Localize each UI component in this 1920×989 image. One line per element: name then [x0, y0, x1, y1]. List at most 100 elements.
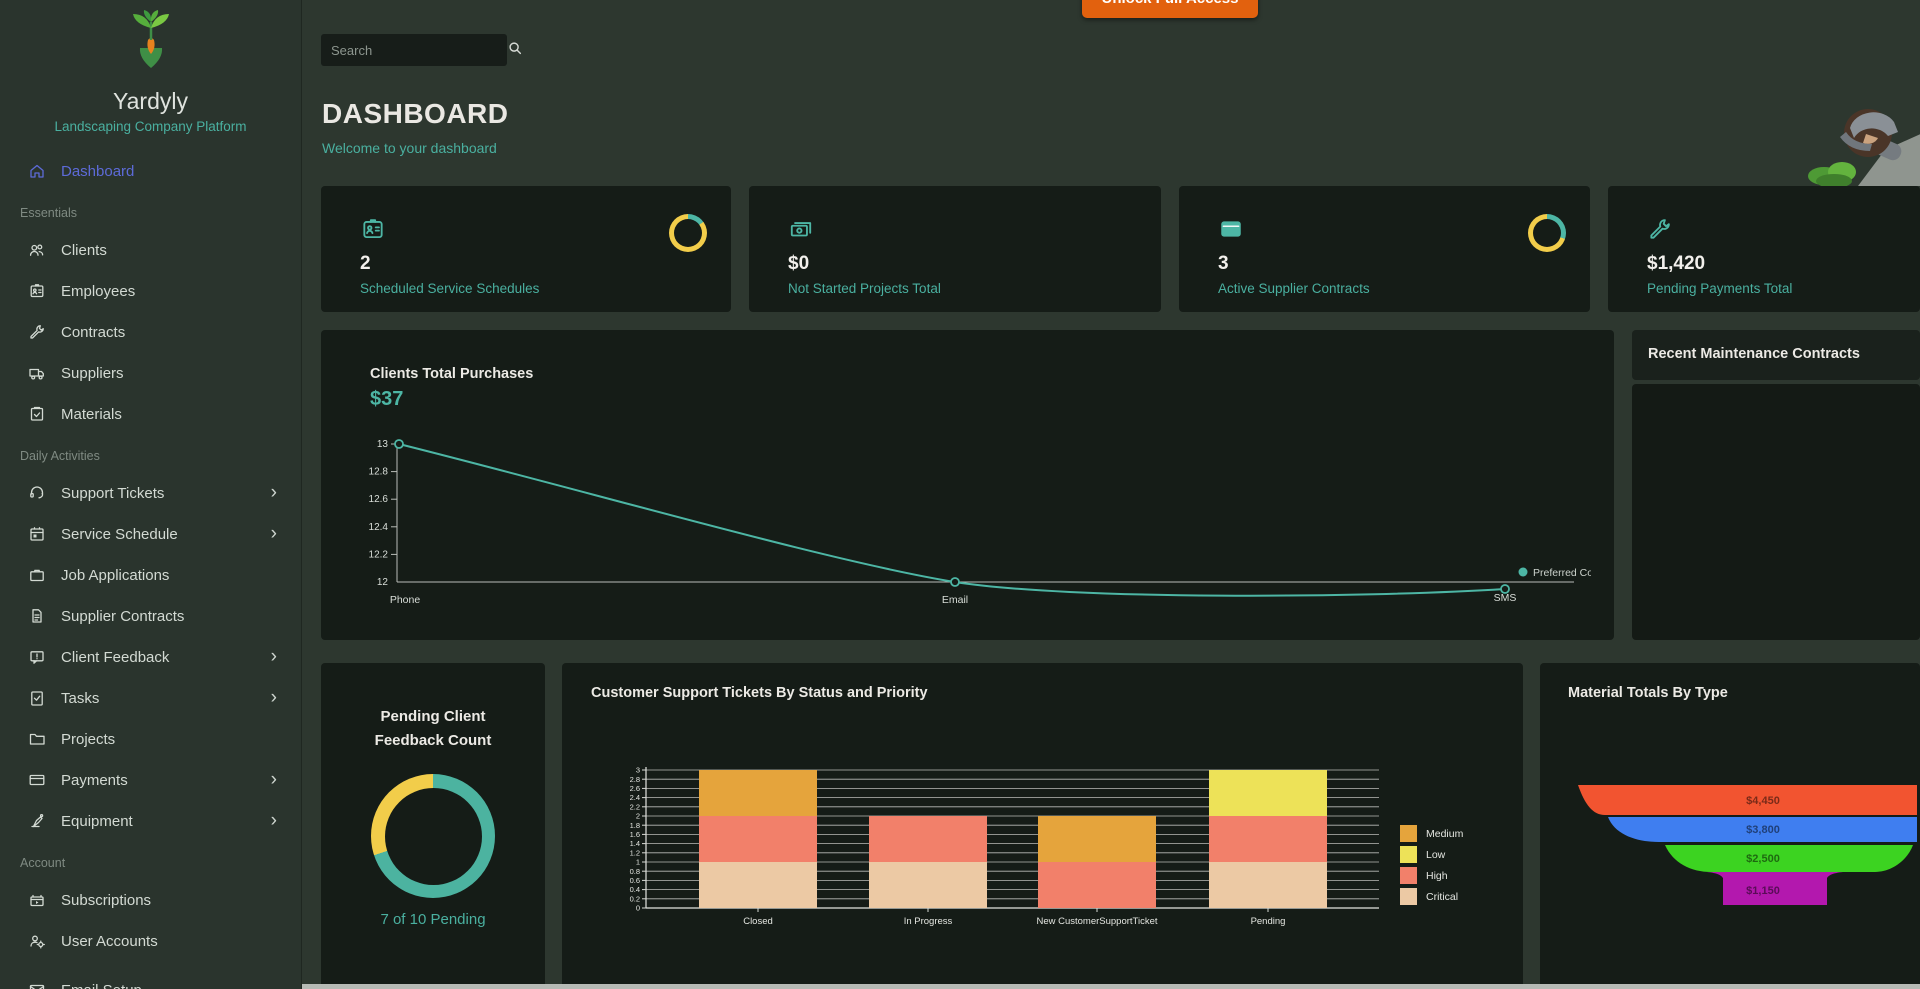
- unlock-full-access-button[interactable]: Unlock Full Access: [1082, 0, 1258, 18]
- landscaper-mascot-illustration: [1790, 88, 1920, 188]
- sidebar-item-service-schedule[interactable]: Service Schedule ›: [0, 521, 301, 547]
- svg-text:12: 12: [377, 577, 389, 588]
- stat-cards-row: 2 Scheduled Service Schedules $0 Not Sta…: [321, 186, 1920, 312]
- chat-alert-icon: [28, 648, 46, 666]
- app-name: Yardyly: [0, 88, 301, 115]
- section-account: Account: [20, 856, 301, 872]
- sidebar-item-suppliers[interactable]: Suppliers: [0, 360, 301, 386]
- document-icon: [28, 607, 46, 625]
- sidebar-item-client-feedback[interactable]: Client Feedback ›: [0, 644, 301, 670]
- svg-text:0.4: 0.4: [630, 885, 640, 894]
- svg-text:Email: Email: [942, 594, 968, 606]
- sidebar: Yardyly Landscaping Company Platform Das…: [0, 0, 302, 989]
- svg-text:$1,150: $1,150: [1746, 885, 1780, 897]
- stat-label: Scheduled Service Schedules: [360, 281, 731, 296]
- chevron-right-icon: ›: [271, 772, 277, 788]
- legend-item: Low: [1400, 844, 1463, 865]
- svg-text:$4,450: $4,450: [1746, 795, 1780, 807]
- svg-text:2.2: 2.2: [630, 802, 640, 811]
- id-badge-icon: [360, 229, 386, 246]
- chart-title: Pending Client Feedback Count: [321, 705, 545, 753]
- svg-text:0.8: 0.8: [630, 867, 640, 876]
- sidebar-item-employees[interactable]: Employees: [0, 278, 301, 304]
- sidebar-item-tasks[interactable]: Tasks ›: [0, 685, 301, 711]
- sidebar-item-supplier-contracts[interactable]: Supplier Contracts: [0, 603, 301, 629]
- page-subtitle: Welcome to your dashboard: [322, 140, 497, 156]
- search-input[interactable]: [331, 43, 507, 58]
- search-icon[interactable]: [507, 40, 523, 61]
- wallet-icon: [1218, 229, 1244, 246]
- sidebar-item-dashboard[interactable]: Dashboard: [0, 158, 301, 184]
- sidebar-item-payments[interactable]: Payments ›: [0, 767, 301, 793]
- clipboard-check-icon: [28, 405, 46, 423]
- sidebar-item-email-setup[interactable]: Email Setup: [0, 977, 301, 989]
- home-icon: [28, 162, 46, 180]
- line-chart: 13 12.8 12.6 12.4 12.2 12 Phone Email SM…: [331, 430, 1591, 630]
- sidebar-item-job-applications[interactable]: Job Applications: [0, 562, 301, 588]
- svg-text:0: 0: [636, 904, 640, 913]
- stat-card-not-started-projects: $0 Not Started Projects Total: [749, 186, 1161, 312]
- stat-value: $0: [788, 253, 1161, 275]
- svg-text:1.8: 1.8: [630, 821, 640, 830]
- donut-chart: [371, 774, 495, 898]
- progress-ring: [669, 214, 707, 252]
- sidebar-item-subscriptions[interactable]: Subscriptions: [0, 887, 301, 913]
- svg-text:2.8: 2.8: [630, 775, 640, 784]
- svg-text:12.8: 12.8: [369, 467, 389, 478]
- svg-text:1.2: 1.2: [630, 848, 640, 857]
- svg-text:Phone: Phone: [390, 594, 421, 606]
- stat-value: 2: [360, 253, 731, 275]
- search-box: [321, 34, 507, 66]
- user-gear-icon: [28, 932, 46, 950]
- calendar-icon: [28, 525, 46, 543]
- stat-label: Pending Payments Total: [1647, 281, 1920, 296]
- stat-value: $1,420: [1647, 253, 1920, 275]
- tools-icon: [28, 812, 46, 830]
- svg-text:1.4: 1.4: [630, 839, 640, 848]
- legend-item: Medium: [1400, 823, 1463, 844]
- sidebar-item-user-accounts[interactable]: User Accounts: [0, 928, 301, 954]
- legend-item: Critical: [1400, 886, 1463, 907]
- sidebar-item-materials[interactable]: Materials: [0, 401, 301, 427]
- panel-body-empty: [1632, 384, 1920, 640]
- chart-title: Material Totals By Type: [1568, 685, 1728, 701]
- pending-client-feedback-panel: Pending Client Feedback Count 7 of 10 Pe…: [321, 663, 545, 989]
- legend-dot: [1519, 568, 1528, 577]
- briefcase-icon: [28, 566, 46, 584]
- stacked-bar-chart: 00.20.40.60.811.21.41.61.822.22.42.62.83…: [562, 663, 1523, 989]
- banknotes-icon: [788, 229, 814, 246]
- panel-title: Recent Maintenance Contracts: [1648, 346, 1860, 362]
- app-logo-icon: [112, 10, 190, 76]
- progress-ring: [1528, 214, 1566, 252]
- svg-text:Closed: Closed: [743, 916, 773, 927]
- svg-text:12.2: 12.2: [369, 549, 389, 560]
- sidebar-item-clients[interactable]: Clients: [0, 237, 301, 263]
- chart-legend: Medium Low High Critical: [1400, 823, 1463, 907]
- svg-text:0.6: 0.6: [630, 876, 640, 885]
- legend-item: High: [1400, 865, 1463, 886]
- section-daily-activities: Daily Activities: [20, 449, 301, 465]
- stat-label: Not Started Projects Total: [788, 281, 1161, 296]
- horizontal-scrollbar[interactable]: [302, 984, 1920, 989]
- chevron-right-icon: ›: [271, 690, 277, 706]
- stat-value: 3: [1218, 253, 1590, 275]
- sidebar-item-support-tickets[interactable]: Support Tickets ›: [0, 480, 301, 506]
- subscription-icon: [28, 891, 46, 909]
- sidebar-nav: Dashboard Essentials Clients Employees C…: [0, 158, 301, 989]
- sidebar-item-projects[interactable]: Projects: [0, 726, 301, 752]
- credit-card-icon: [28, 771, 46, 789]
- legend-swatch-low: [1400, 846, 1417, 863]
- sidebar-item-equipment[interactable]: Equipment ›: [0, 808, 301, 834]
- wrench-icon: [28, 323, 46, 341]
- stat-card-pending-payments: $1,420 Pending Payments Total: [1608, 186, 1920, 312]
- support-tickets-chart-panel: Customer Support Tickets By Status and P…: [562, 663, 1523, 989]
- main-content: Unlock Full Access DASHBOARD Welcome to …: [302, 0, 1920, 989]
- legend-swatch-critical: [1400, 888, 1417, 905]
- svg-text:13: 13: [377, 439, 389, 450]
- clients-total-purchases-panel: Clients Total Purchases $37 13 12.8 12.6…: [321, 330, 1614, 640]
- svg-text:2: 2: [636, 812, 640, 821]
- sidebar-item-contracts[interactable]: Contracts: [0, 319, 301, 345]
- stat-card-scheduled-service-schedules: 2 Scheduled Service Schedules: [321, 186, 731, 312]
- svg-text:12.6: 12.6: [369, 494, 389, 505]
- svg-text:2.6: 2.6: [630, 784, 640, 793]
